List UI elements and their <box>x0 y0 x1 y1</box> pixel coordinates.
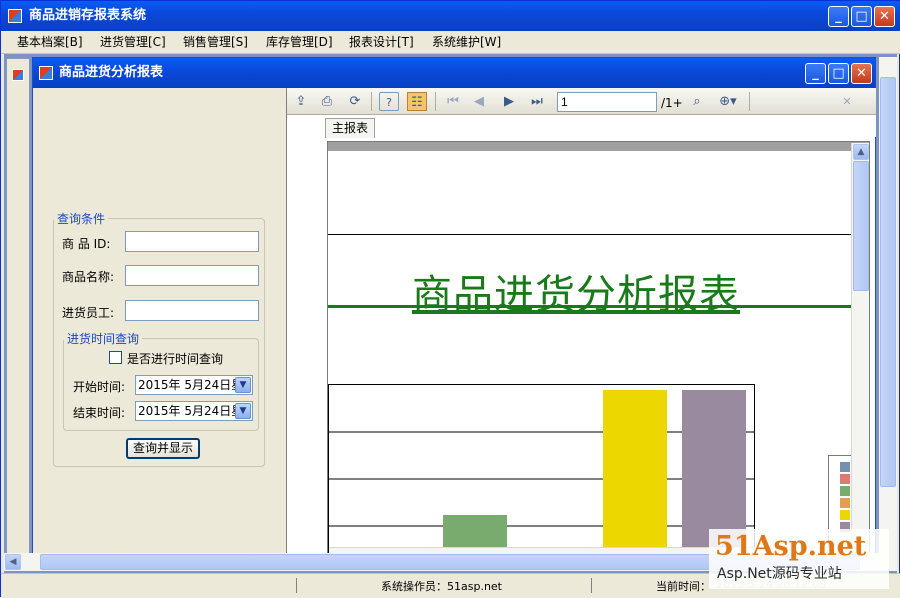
scrollbar-thumb[interactable] <box>880 77 896 487</box>
next-page-icon[interactable]: ▶ <box>499 92 519 111</box>
report-title: 商品进货分析报表 <box>412 272 740 318</box>
legend-swatch <box>840 474 850 484</box>
minimize-icon: _ <box>812 66 819 81</box>
minimize-button[interactable]: _ <box>828 6 849 27</box>
find-icon[interactable]: ⌕ <box>687 92 707 111</box>
group-tree-icon[interactable]: ☷ <box>407 92 427 111</box>
buyer-input[interactable] <box>125 300 259 321</box>
first-page-icon[interactable]: ⏮ <box>443 92 463 111</box>
report-tab-strip <box>287 115 876 137</box>
status-operator: 系统操作员：51asp.net <box>381 580 502 593</box>
close-icon: ✕ <box>879 9 890 24</box>
main-title-bar: 商品进销存报表系统 <box>1 1 900 31</box>
child-title: 商品进货分析报表 <box>59 65 164 80</box>
tab-main-report[interactable]: 主报表 <box>325 118 376 138</box>
product-name-input[interactable] <box>125 265 259 286</box>
legend-swatch <box>840 498 850 508</box>
start-time-label: 开始时间: <box>73 380 126 394</box>
divider <box>328 234 852 235</box>
legend-swatch <box>840 462 850 472</box>
product-name-label: 商品名称: <box>62 270 115 284</box>
menu-inventory[interactable]: 库存管理[D] <box>260 31 339 54</box>
query-legend: 查询条件 <box>57 212 106 226</box>
menu-sales[interactable]: 销售管理[S] <box>177 31 254 54</box>
watermark-subtitle: Asp.Net源码专业站 <box>717 566 842 582</box>
report-vertical-scrollbar[interactable]: ▲ <box>851 143 869 557</box>
chevron-down-icon[interactable]: ▼ <box>235 403 251 419</box>
watermark: 51Asp.net Asp.Net源码专业站 <box>709 529 889 589</box>
status-separator <box>296 578 297 593</box>
minimize-icon: _ <box>835 9 842 24</box>
status-separator <box>591 578 592 593</box>
child-close-button[interactable]: ✕ <box>851 63 872 84</box>
legend-swatch <box>840 486 850 496</box>
menu-basic-files[interactable]: 基本档案[B] <box>11 31 89 54</box>
mdi-vertical-scrollbar[interactable] <box>879 57 897 553</box>
report-page: 商品进货分析报表 ▲ <box>327 141 870 558</box>
chart-bar <box>603 390 667 557</box>
child-window-icon <box>39 66 53 80</box>
menu-system[interactable]: 系统维护[W] <box>426 31 507 54</box>
scrollbar-thumb[interactable] <box>853 161 869 291</box>
chevron-down-icon[interactable]: ▼ <box>235 377 251 393</box>
product-id-input[interactable] <box>125 231 259 252</box>
end-date-value: 2015年 5月24日星 <box>138 404 244 418</box>
page-number-input[interactable] <box>557 92 657 112</box>
close-view-icon[interactable]: ✕ <box>837 92 857 111</box>
time-query-checkbox-label: 是否进行时间查询 <box>127 352 224 366</box>
bar-chart <box>328 384 755 557</box>
report-header-bar <box>328 142 869 151</box>
child-title-bar: 商品进货分析报表 <box>33 58 875 88</box>
child-maximize-button[interactable]: □ <box>828 63 849 84</box>
report-viewer: ⇪ ⎙ ⟳ ? ☷ ⏮ ◀ ▶ ⏭ /1+ ⌕ ⊕▾ ✕ 主报表 <box>286 88 876 558</box>
page-total: /1+ <box>661 96 683 110</box>
child-minimize-button[interactable]: _ <box>805 63 826 84</box>
help-icon[interactable]: ? <box>379 92 399 111</box>
close-button[interactable]: ✕ <box>874 6 895 27</box>
time-query-checkbox[interactable] <box>109 351 122 364</box>
app-icon <box>8 9 22 23</box>
toolbar-separator <box>749 92 750 111</box>
maximize-icon: □ <box>855 9 868 24</box>
product-id-label: 商 品 ID: <box>62 237 111 251</box>
start-date-value: 2015年 5月24日星 <box>138 378 244 392</box>
menu-purchase[interactable]: 进货管理[C] <box>94 31 172 54</box>
main-window: 商品进销存报表系统 _ □ ✕ 基本档案[B] 进货管理[C] 销售管理[S] … <box>0 0 900 598</box>
viewer-toolbar: ⇪ ⎙ ⟳ ? ☷ ⏮ ◀ ▶ ⏭ /1+ ⌕ ⊕▾ ✕ <box>287 88 876 115</box>
background-child-window <box>6 58 30 554</box>
divider <box>328 305 852 308</box>
query-display-button[interactable]: 查询并显示 <box>126 438 200 459</box>
menu-report-design[interactable]: 报表设计[T] <box>343 31 420 54</box>
close-icon: ✕ <box>856 66 867 81</box>
maximize-button[interactable]: □ <box>851 6 872 27</box>
scroll-up-icon[interactable]: ▲ <box>853 144 869 160</box>
print-icon[interactable]: ⎙ <box>317 92 337 111</box>
menu-bar: 基本档案[B] 进货管理[C] 销售管理[S] 库存管理[D] 报表设计[T] … <box>1 31 900 54</box>
prev-page-icon[interactable]: ◀ <box>469 92 489 111</box>
report-child-window: 商品进货分析报表 _ □ ✕ 查询条件 商 品 ID: 商品名称: 进货员工: … <box>32 57 876 558</box>
toolbar-separator <box>371 92 372 111</box>
last-page-icon[interactable]: ⏭ <box>527 92 547 111</box>
app-title: 商品进销存报表系统 <box>29 8 147 23</box>
legend-swatch <box>840 510 850 520</box>
background-window-icon <box>12 69 24 81</box>
maximize-icon: □ <box>832 66 845 81</box>
status-time-label: 当前时间： <box>656 580 711 593</box>
zoom-icon[interactable]: ⊕▾ <box>713 92 743 111</box>
export-icon[interactable]: ⇪ <box>291 92 311 111</box>
end-time-label: 结束时间: <box>73 406 126 420</box>
refresh-icon[interactable]: ⟳ <box>345 92 365 111</box>
buyer-label: 进货员工: <box>62 306 115 320</box>
time-query-legend: 进货时间查询 <box>67 332 140 346</box>
scroll-left-icon[interactable]: ◀ <box>5 554 21 570</box>
watermark-logo: 51Asp.net <box>715 531 867 562</box>
toolbar-separator <box>435 92 436 111</box>
